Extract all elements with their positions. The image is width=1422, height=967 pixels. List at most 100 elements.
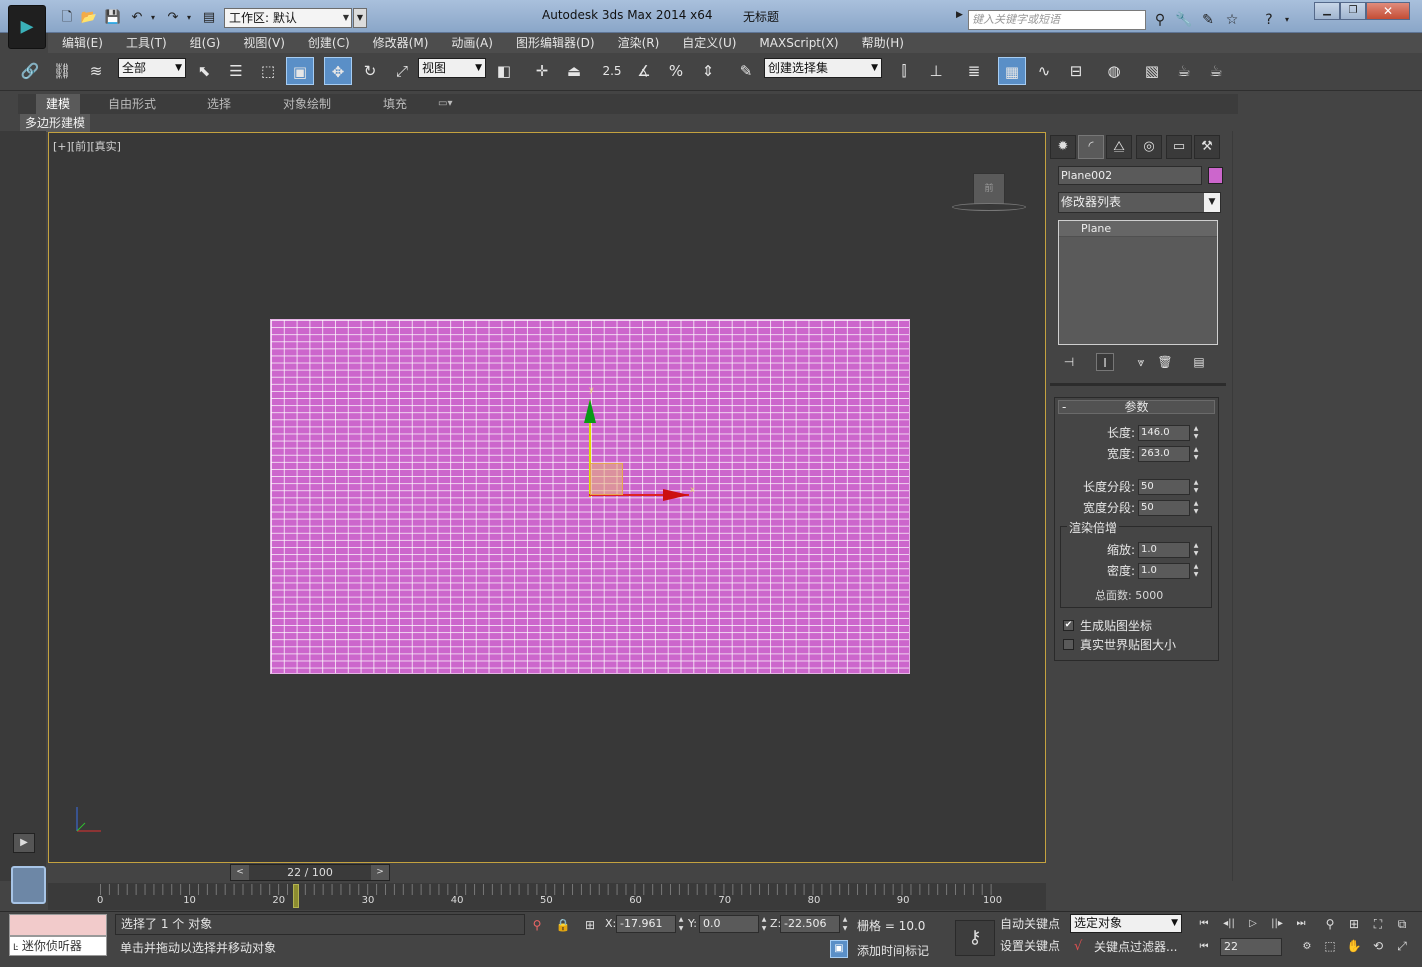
selection-lock-icon[interactable]: 🔒: [554, 916, 572, 934]
zoom-icon[interactable]: ⚲: [1320, 914, 1340, 934]
real-world-label[interactable]: 真实世界贴图大小: [1080, 636, 1176, 653]
key-mode-toggle-icon[interactable]: ⏮: [1193, 938, 1215, 956]
stack-item-plane[interactable]: Plane: [1059, 221, 1217, 237]
ribbon-options-icon[interactable]: ▭▾: [438, 94, 452, 114]
time-slider-label[interactable]: 22 / 100: [249, 865, 371, 880]
bind-space-warp-icon[interactable]: ≋: [82, 57, 110, 85]
new-file-icon[interactable]: 🗋: [58, 9, 76, 27]
object-color-swatch[interactable]: [1208, 167, 1223, 184]
width-segs-field[interactable]: 50: [1138, 500, 1190, 516]
window-crossing-icon[interactable]: ▣: [286, 57, 314, 85]
time-tag-icon[interactable]: ▣: [830, 940, 848, 958]
help-dropdown-icon[interactable]: ▾: [1282, 11, 1292, 29]
maxscript-mini-listener[interactable]: Ŀ 迷你侦听器: [9, 936, 107, 956]
menu-create[interactable]: 创建(C): [294, 33, 359, 53]
project-folder-icon[interactable]: ▤: [200, 9, 218, 27]
render-setup-icon[interactable]: ▧: [1138, 57, 1166, 85]
length-segs-spinner[interactable]: ▲ ▼: [1192, 479, 1200, 495]
menu-group[interactable]: 组(G): [176, 33, 230, 53]
z-coordinate-field[interactable]: -22.506: [780, 915, 840, 933]
named-selection-dropdown[interactable]: 创建选择集 ▼: [764, 58, 882, 78]
select-and-move-icon[interactable]: ✥: [324, 57, 352, 85]
keyboard-shortcut-icon[interactable]: ⏏: [560, 57, 588, 85]
modifier-list-dropdown[interactable]: 修改器列表 ▼: [1058, 192, 1221, 213]
current-frame-marker[interactable]: [293, 884, 300, 908]
save-file-icon[interactable]: 💾: [104, 9, 122, 27]
scale-field[interactable]: 1.0: [1138, 542, 1190, 558]
gen-mapping-label[interactable]: 生成贴图坐标: [1080, 617, 1152, 634]
current-frame-field[interactable]: 22: [1220, 938, 1282, 956]
move-gizmo-plane-handle[interactable]: [590, 463, 623, 495]
gen-mapping-checkbox[interactable]: ✔: [1063, 620, 1074, 631]
spinner-snap-icon[interactable]: ⇕: [694, 57, 722, 85]
display-icon[interactable]: ▭: [1166, 135, 1192, 159]
parameters-rollout-header[interactable]: - 参数: [1058, 400, 1215, 414]
time-configuration-icon[interactable]: ⚙: [1296, 938, 1318, 956]
move-gizmo-y-arrow[interactable]: [584, 399, 596, 423]
zoom-extents-all-icon[interactable]: ⧉: [1392, 914, 1412, 934]
reference-coord-dropdown[interactable]: 视图 ▼: [418, 58, 486, 78]
help-icon[interactable]: ?: [1258, 11, 1280, 29]
orbit-icon[interactable]: ⟲: [1368, 936, 1388, 956]
layer-manager-icon[interactable]: ≣: [960, 57, 988, 85]
close-button[interactable]: ✕: [1366, 2, 1410, 20]
unlink-icon[interactable]: ⛓: [48, 57, 76, 85]
menu-maxscript[interactable]: MAXScript(X): [745, 33, 847, 53]
star-icon[interactable]: ☆: [1222, 11, 1242, 29]
key-filters-button[interactable]: √ 关键点过滤器...: [1072, 937, 1184, 957]
exchange-icon[interactable]: ✎: [1198, 11, 1218, 29]
minimize-button[interactable]: ▁: [1314, 2, 1340, 20]
length-field[interactable]: 146.0: [1138, 425, 1190, 441]
ribbon-tab-selection[interactable]: 选择: [207, 94, 231, 114]
add-time-tag[interactable]: 添加时间标记: [857, 942, 929, 959]
menu-graph-editors[interactable]: 图形编辑器(D): [502, 33, 604, 53]
menu-modifiers[interactable]: 修改器(M): [359, 33, 438, 53]
go-to-end-icon[interactable]: ⏭: [1290, 915, 1312, 933]
search-input[interactable]: 键入关键字或短语: [968, 10, 1146, 30]
time-slider-prev-icon[interactable]: <: [231, 865, 249, 880]
go-to-start-icon[interactable]: ⏮: [1193, 915, 1215, 933]
time-slider-next-icon[interactable]: >: [371, 865, 389, 880]
rectangle-selection-icon[interactable]: ⬚: [254, 57, 282, 85]
make-unique-icon[interactable]: ⩔: [1132, 353, 1150, 371]
play-icon[interactable]: ▷: [1242, 915, 1264, 933]
viewcube[interactable]: 前: [973, 173, 1005, 205]
modify-icon[interactable]: ◜: [1078, 135, 1104, 159]
undo-dropdown-icon[interactable]: ▾: [148, 9, 158, 27]
ribbon-tab-object-paint[interactable]: 对象绘制: [283, 94, 331, 114]
utilities-icon[interactable]: ⚒: [1194, 135, 1220, 159]
select-by-name-icon[interactable]: ☰: [222, 57, 250, 85]
select-and-rotate-icon[interactable]: ↻: [356, 57, 384, 85]
render-production-icon[interactable]: ☕: [1202, 57, 1230, 85]
create-icon[interactable]: ✹: [1050, 135, 1076, 159]
manipulate-icon[interactable]: ✛: [528, 57, 556, 85]
trackbar-ruler[interactable]: [100, 884, 992, 895]
menu-rendering[interactable]: 渲染(R): [604, 33, 669, 53]
mirror-icon[interactable]: ⫿: [890, 57, 918, 85]
pivot-center-icon[interactable]: ◧: [490, 57, 518, 85]
zoom-all-icon[interactable]: ⊞: [1344, 914, 1364, 934]
y-coordinate-field[interactable]: 0.0: [699, 915, 759, 933]
menu-customize[interactable]: 自定义(U): [668, 33, 745, 53]
pin-stack-icon[interactable]: ⊣: [1060, 353, 1078, 371]
menu-help[interactable]: 帮助(H): [848, 33, 913, 53]
open-file-icon[interactable]: 📂: [80, 9, 98, 27]
scale-spinner[interactable]: ▲ ▼: [1192, 542, 1200, 558]
viewport-label[interactable]: [+][前][真实]: [53, 138, 121, 154]
redo-dropdown-icon[interactable]: ▾: [184, 9, 194, 27]
rendered-frame-window-icon[interactable]: ☕: [1170, 57, 1198, 85]
ribbon-tab-freeform[interactable]: 自由形式: [108, 94, 156, 114]
redo-icon[interactable]: ↷: [164, 9, 182, 27]
time-slider[interactable]: < 22 / 100 >: [230, 864, 390, 881]
x-spinner[interactable]: ▲ ▼: [677, 915, 685, 933]
motion-icon[interactable]: ◎: [1136, 135, 1162, 159]
select-and-scale-icon[interactable]: ⤢: [388, 57, 416, 85]
modifier-stack[interactable]: Plane: [1058, 220, 1218, 345]
set-key-button[interactable]: 设置关键点: [1000, 936, 1066, 956]
previous-frame-icon[interactable]: ◂||: [1218, 915, 1240, 933]
object-name-field[interactable]: Plane002: [1058, 166, 1202, 185]
width-field[interactable]: 263.0: [1138, 446, 1190, 462]
z-spinner[interactable]: ▲ ▼: [841, 915, 849, 933]
viewport-front[interactable]: [+][前][真实] 前 y x: [48, 132, 1046, 863]
align-icon[interactable]: ⊥: [922, 57, 950, 85]
